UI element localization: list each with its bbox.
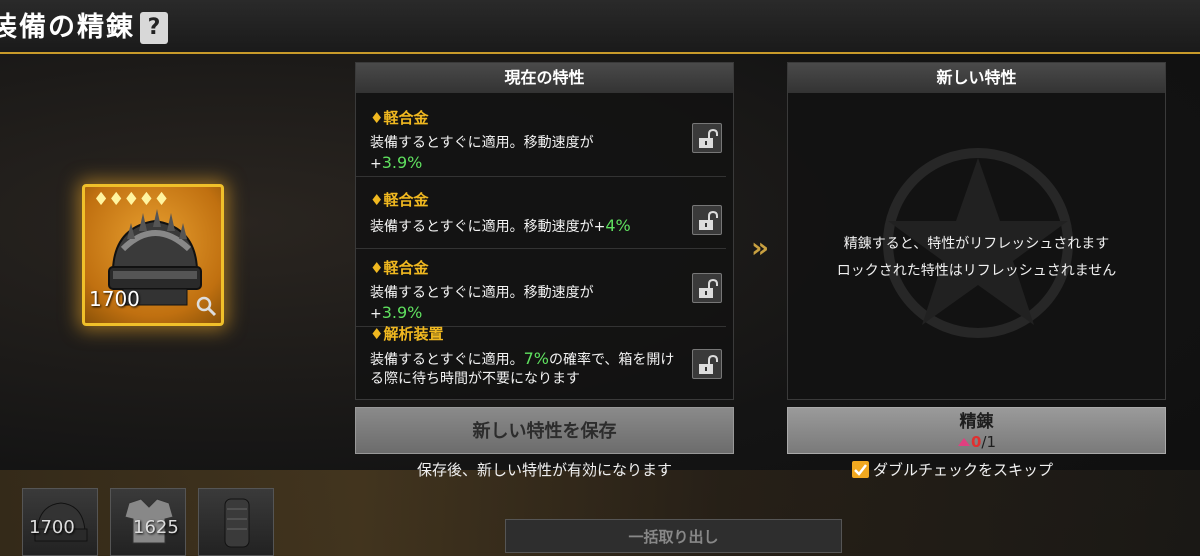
page-title: 装備の精錬 [0, 12, 135, 43]
rarity-stars: ♦♦♦♦♦ [93, 189, 170, 210]
inventory-slot[interactable]: 1700 [22, 488, 98, 556]
trait-row: ♦解析装置 装備するとすぐに適用。7%の確率で、箱を開ける際に待ち時間が不要にな… [356, 323, 726, 399]
trait-desc: 装備するとすぐに適用。7%の確率で、箱を開ける際に待ち時間が不要になります [370, 349, 680, 389]
refine-button[interactable]: 精錬 0/1 [787, 407, 1166, 454]
trait-desc-text: 装備するとすぐに適用。 [370, 352, 524, 368]
check-icon [854, 464, 867, 476]
trait-desc: 装備するとすぐに適用。移動速度が +3.9% [370, 284, 680, 324]
trait-row: ♦軽合金 装備するとすぐに適用。移動速度が +3.9% [356, 97, 726, 177]
refine-cost-current: 0 [970, 433, 982, 451]
lock-toggle[interactable] [692, 349, 722, 379]
magnify-icon[interactable] [195, 295, 217, 317]
help-button[interactable]: ? [140, 12, 168, 44]
refine-info-line2: ロックされた特性はリフレッシュされません [836, 263, 1117, 279]
save-note: 保存後、新しい特性が有効になります [416, 461, 672, 479]
equipment-card[interactable]: ♦♦♦♦♦ 1700 [82, 184, 224, 326]
item-level: 1700 [89, 287, 140, 311]
trait-name: ♦解析装置 [370, 325, 444, 343]
inventory-slot[interactable] [198, 488, 274, 556]
current-traits-panel: 現在の特性 ♦軽合金 装備するとすぐに適用。移動速度が +3.9% ♦軽合金 装… [355, 62, 734, 400]
trait-name: ♦軽合金 [370, 259, 429, 277]
trait-value: 4% [605, 216, 631, 235]
trait-value: 3.9% [381, 303, 423, 322]
unlock-icon [699, 354, 718, 374]
boots-icon [224, 498, 250, 548]
skip-confirm-row[interactable]: ダブルチェックをスキップ [852, 459, 1053, 479]
current-traits-title: 現在の特性 [356, 63, 733, 93]
trait-desc: 装備するとすぐに適用。移動速度が+4% [370, 216, 680, 237]
unlock-icon [699, 128, 718, 148]
trait-desc-text: 装備するとすぐに適用。移動速度が [370, 135, 594, 151]
new-traits-panel: 新しい特性 精錬すると、特性がリフレッシュされます ロックされた特性はリフレッシ… [787, 62, 1166, 400]
inventory-level: 1625 [133, 517, 179, 538]
new-traits-title: 新しい特性 [788, 63, 1165, 93]
trait-name: ♦軽合金 [370, 191, 429, 209]
unlock-icon [699, 210, 718, 230]
trait-row: ♦軽合金 装備するとすぐに適用。移動速度が+4% [356, 177, 726, 249]
trait-name: ♦軽合金 [370, 109, 429, 127]
trait-desc-text: 装備するとすぐに適用。移動速度が+ [370, 219, 606, 235]
skip-label: ダブルチェックをスキップ [873, 461, 1054, 479]
refine-label: 精錬 [959, 412, 994, 432]
refine-cost: 0/1 [788, 433, 1165, 451]
chevron-right-icon: » [750, 231, 770, 264]
lock-toggle[interactable] [692, 273, 722, 303]
trait-value: 7% [523, 349, 549, 368]
inventory-level: 1700 [29, 517, 75, 538]
trait-desc-sign: + [370, 156, 382, 172]
header-bar: 装備の精錬 ? [0, 0, 1200, 54]
refine-info-line1: 精錬すると、特性がリフレッシュされます [843, 236, 1110, 252]
inventory-slot[interactable]: 1625 [110, 488, 186, 556]
save-traits-button[interactable]: 新しい特性を保存 [355, 407, 734, 454]
trait-desc: 装備するとすぐに適用。移動速度が +3.9% [370, 134, 680, 174]
lock-toggle[interactable] [692, 123, 722, 153]
trait-row: ♦軽合金 装備するとすぐに適用。移動速度が +3.9% [356, 249, 726, 327]
trait-value: 3.9% [381, 153, 423, 172]
material-icon [957, 438, 970, 446]
refine-info: 精錬すると、特性がリフレッシュされます ロックされた特性はリフレッシュされません [788, 231, 1165, 285]
lock-toggle[interactable] [692, 205, 722, 235]
refine-cost-total: /1 [981, 433, 997, 451]
bulk-withdraw-button[interactable]: 一括取り出し [505, 519, 842, 553]
trait-desc-sign: + [370, 306, 382, 322]
unlock-icon [699, 278, 718, 298]
trait-desc-text: 装備するとすぐに適用。移動速度が [370, 285, 594, 301]
skip-checkbox[interactable] [852, 461, 869, 478]
